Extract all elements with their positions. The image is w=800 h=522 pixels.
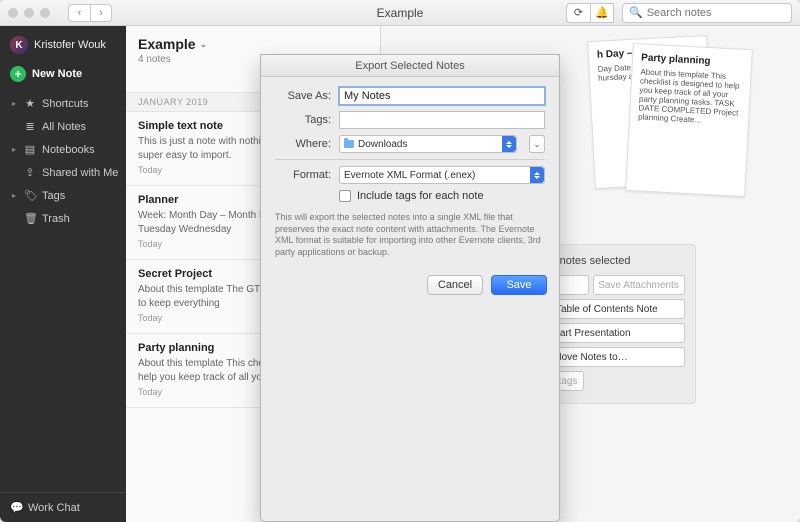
format-value: Evernote XML Format (.enex) [344, 170, 475, 181]
sync-icon[interactable]: ⟳ [566, 3, 590, 23]
search-box[interactable]: 🔍 [622, 3, 792, 23]
avatar: K [10, 36, 28, 54]
minimize-dot[interactable] [24, 8, 34, 18]
plus-icon: + [10, 66, 26, 82]
help-text: This will export the selected notes into… [275, 208, 545, 261]
activity-icon[interactable]: 🔔 [590, 3, 614, 23]
search-icon: 🔍 [629, 6, 643, 19]
include-tags-label: Include tags for each note [357, 190, 484, 202]
user-name: Kristofer Wouk [34, 39, 106, 51]
sidebar-item-label: Shared with Me [42, 167, 118, 179]
format-label: Format: [275, 169, 331, 181]
format-select[interactable]: Evernote XML Format (.enex) [339, 166, 545, 184]
workchat-label: Work Chat [28, 502, 80, 514]
chevron-right-icon: ▸ [12, 99, 18, 108]
card-body: About this template This checklist is de… [638, 67, 743, 126]
account-row[interactable]: K Kristofer Wouk [0, 26, 126, 62]
zoom-dot[interactable] [40, 8, 50, 18]
tag-icon: 🏷 [24, 189, 36, 202]
tags-label: Tags: [275, 114, 331, 126]
sidebar-item-shared[interactable]: ⇪ Shared with Me [6, 161, 126, 184]
chevron-right-icon: ▸ [12, 191, 18, 200]
chevron-down-icon: ⌄ [200, 39, 208, 50]
sidebar-item-label: All Notes [42, 121, 86, 133]
sidebar-item-notebooks[interactable]: ▸ ▤ Notebooks [6, 138, 126, 161]
select-stepper-icon [502, 136, 516, 152]
export-dialog: Export Selected Notes Save As: Tags: Whe… [260, 54, 560, 522]
chevron-right-icon: ▸ [12, 145, 18, 154]
sidebar-item-shortcuts[interactable]: ▸ ★ Shortcuts [6, 92, 126, 115]
sidebar-item-trash[interactable]: 🗑 Trash [6, 207, 126, 230]
folder-icon [344, 140, 354, 148]
close-dot[interactable] [8, 8, 18, 18]
app-window: ‹ › Example ⟳ 🔔 🔍 K Kristofer Wouk + New… [0, 0, 800, 522]
sidebar: K Kristofer Wouk + New Note ▸ ★ Shortcuts … [0, 26, 126, 522]
card-title: Party planning [641, 52, 743, 68]
disclosure-button[interactable]: ⌄ [529, 135, 545, 153]
forward-button[interactable]: › [90, 4, 112, 22]
chat-icon: 💬 [10, 501, 22, 514]
sidebar-item-allnotes[interactable]: ≣ All Notes [6, 115, 126, 138]
where-label: Where: [275, 138, 331, 150]
sidebar-item-label: Notebooks [42, 144, 95, 156]
tags-input[interactable] [339, 111, 545, 129]
sidebar-item-label: Trash [42, 213, 70, 225]
save-button[interactable]: Save [491, 275, 547, 295]
cancel-button[interactable]: Cancel [427, 275, 483, 295]
workchat-button[interactable]: 💬 Work Chat [0, 492, 126, 522]
new-note-button[interactable]: + New Note [10, 66, 126, 82]
dialog-title: Export Selected Notes [261, 55, 559, 77]
note-card[interactable]: Party planning About this template This … [625, 43, 753, 197]
titlebar: ‹ › Example ⟳ 🔔 🔍 [0, 0, 800, 26]
trash-icon: 🗑 [24, 212, 36, 225]
sidebar-item-label: Tags [42, 190, 65, 202]
save-as-input[interactable] [339, 87, 545, 105]
star-icon: ★ [24, 97, 36, 110]
back-button[interactable]: ‹ [68, 4, 90, 22]
sidebar-item-label: Shortcuts [42, 98, 88, 110]
new-note-label: New Note [32, 68, 82, 80]
traffic-lights[interactable] [8, 8, 50, 18]
notes-icon: ≣ [24, 120, 36, 133]
nav-buttons: ‹ › [68, 4, 112, 22]
include-tags-checkbox[interactable] [339, 190, 351, 202]
save-attachments-button[interactable]: Save Attachments [593, 275, 685, 295]
sidebar-items: ▸ ★ Shortcuts ≣ All Notes ▸ ▤ Notebooks ⇪ Shar… [0, 92, 126, 230]
select-stepper-icon [530, 167, 544, 183]
notebook-icon: ▤ [24, 143, 36, 156]
shared-icon: ⇪ [24, 166, 36, 179]
where-value: Downloads [358, 139, 407, 150]
notebook-title[interactable]: Example⌄ [138, 36, 368, 52]
save-as-label: Save As: [275, 90, 331, 102]
where-select[interactable]: Downloads [339, 135, 517, 153]
search-input[interactable] [647, 7, 785, 19]
sidebar-item-tags[interactable]: ▸ 🏷 Tags [6, 184, 126, 207]
